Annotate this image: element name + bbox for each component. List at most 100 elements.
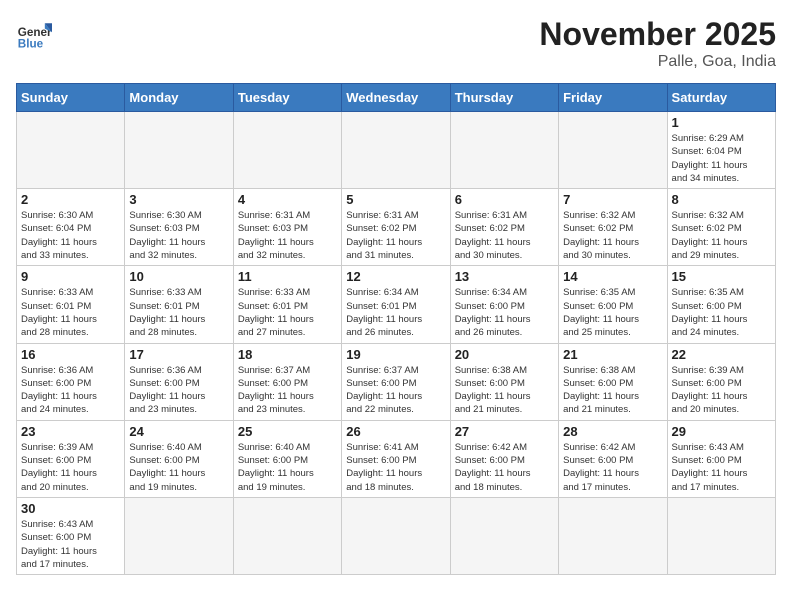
week-row-3: 16 Sunrise: 6:36 AM Sunset: 6:00 PM Dayli… [17,343,776,420]
day-info: Sunrise: 6:37 AM Sunset: 6:00 PM Dayligh… [238,364,337,417]
calendar-cell: 30Sunrise: 6:43 AM Sunset: 6:00 PM Dayli… [17,497,125,574]
calendar-cell [559,497,667,574]
svg-text:Blue: Blue [18,38,44,51]
calendar-cell [667,497,775,574]
location-title: Palle, Goa, India [539,53,776,71]
day-number: 28 [563,424,662,439]
week-row-5: 30Sunrise: 6:43 AM Sunset: 6:00 PM Dayli… [17,497,776,574]
day-info: Sunrise: 6:34 AM Sunset: 6:00 PM Dayligh… [455,286,554,339]
day-info: Sunrise: 6:40 AM Sunset: 6:00 PM Dayligh… [238,441,337,494]
day-number: 24 [129,424,228,439]
day-info: Sunrise: 6:40 AM Sunset: 6:00 PM Dayligh… [129,441,228,494]
calendar-cell: 7Sunrise: 6:32 AM Sunset: 6:02 PM Daylig… [559,189,667,266]
calendar-cell [125,112,233,189]
day-info: Sunrise: 6:32 AM Sunset: 6:02 PM Dayligh… [563,209,662,262]
day-number: 3 [129,192,228,207]
calendar-cell: 14Sunrise: 6:35 AM Sunset: 6:00 PM Dayli… [559,266,667,343]
day-info: Sunrise: 6:31 AM Sunset: 6:02 PM Dayligh… [455,209,554,262]
day-info: Sunrise: 6:31 AM Sunset: 6:02 PM Dayligh… [346,209,445,262]
calendar-cell: 9 Sunrise: 6:33 AM Sunset: 6:01 PM Daylig… [17,266,125,343]
day-number: 22 [672,347,771,362]
day-number: 18 [238,347,337,362]
calendar-cell: 27 Sunrise: 6:42 AM Sunset: 6:00 PM Dayli… [450,420,558,497]
weekday-header-row: SundayMondayTuesdayWednesdayThursdayFrid… [17,84,776,112]
month-title: November 2025 [539,16,776,53]
day-number: 21 [563,347,662,362]
day-info: Sunrise: 6:43 AM Sunset: 6:00 PM Dayligh… [21,518,120,571]
day-info: Sunrise: 6:33 AM Sunset: 6:01 PM Dayligh… [238,286,337,339]
weekday-header-tuesday: Tuesday [233,84,341,112]
day-number: 19 [346,347,445,362]
day-info: Sunrise: 6:36 AM Sunset: 6:00 PM Dayligh… [21,364,120,417]
calendar-cell [17,112,125,189]
day-number: 13 [455,269,554,284]
day-info: Sunrise: 6:30 AM Sunset: 6:03 PM Dayligh… [129,209,228,262]
day-number: 27 [455,424,554,439]
calendar-cell [342,112,450,189]
title-area: November 2025 Palle, Goa, India [539,16,776,71]
calendar-cell: 13 Sunrise: 6:34 AM Sunset: 6:00 PM Dayli… [450,266,558,343]
day-info: Sunrise: 6:31 AM Sunset: 6:03 PM Dayligh… [238,209,337,262]
week-row-1: 2Sunrise: 6:30 AM Sunset: 6:04 PM Daylig… [17,189,776,266]
calendar: SundayMondayTuesdayWednesdayThursdayFrid… [16,83,776,575]
day-info: Sunrise: 6:38 AM Sunset: 6:00 PM Dayligh… [455,364,554,417]
day-number: 9 [21,269,120,284]
calendar-cell: 24 Sunrise: 6:40 AM Sunset: 6:00 PM Dayli… [125,420,233,497]
day-info: Sunrise: 6:33 AM Sunset: 6:01 PM Dayligh… [129,286,228,339]
calendar-cell: 26 Sunrise: 6:41 AM Sunset: 6:00 PM Dayli… [342,420,450,497]
calendar-cell: 15Sunrise: 6:35 AM Sunset: 6:00 PM Dayli… [667,266,775,343]
day-info: Sunrise: 6:33 AM Sunset: 6:01 PM Dayligh… [21,286,120,339]
day-number: 6 [455,192,554,207]
day-number: 20 [455,347,554,362]
weekday-header-friday: Friday [559,84,667,112]
weekday-header-monday: Monday [125,84,233,112]
weekday-header-saturday: Saturday [667,84,775,112]
calendar-cell: 23Sunrise: 6:39 AM Sunset: 6:00 PM Dayli… [17,420,125,497]
calendar-cell [450,497,558,574]
calendar-cell: 5 Sunrise: 6:31 AM Sunset: 6:02 PM Daylig… [342,189,450,266]
weekday-header-thursday: Thursday [450,84,558,112]
day-number: 23 [21,424,120,439]
day-info: Sunrise: 6:41 AM Sunset: 6:00 PM Dayligh… [346,441,445,494]
calendar-cell [559,112,667,189]
day-info: Sunrise: 6:36 AM Sunset: 6:00 PM Dayligh… [129,364,228,417]
calendar-cell: 18 Sunrise: 6:37 AM Sunset: 6:00 PM Dayli… [233,343,341,420]
day-number: 16 [21,347,120,362]
calendar-cell: 21Sunrise: 6:38 AM Sunset: 6:00 PM Dayli… [559,343,667,420]
day-number: 12 [346,269,445,284]
calendar-cell: 11 Sunrise: 6:33 AM Sunset: 6:01 PM Dayli… [233,266,341,343]
calendar-cell [233,112,341,189]
calendar-cell [125,497,233,574]
week-row-4: 23Sunrise: 6:39 AM Sunset: 6:00 PM Dayli… [17,420,776,497]
weekday-header-wednesday: Wednesday [342,84,450,112]
day-info: Sunrise: 6:43 AM Sunset: 6:00 PM Dayligh… [672,441,771,494]
day-info: Sunrise: 6:37 AM Sunset: 6:00 PM Dayligh… [346,364,445,417]
calendar-cell: 16 Sunrise: 6:36 AM Sunset: 6:00 PM Dayli… [17,343,125,420]
calendar-cell: 25Sunrise: 6:40 AM Sunset: 6:00 PM Dayli… [233,420,341,497]
week-row-2: 9 Sunrise: 6:33 AM Sunset: 6:01 PM Daylig… [17,266,776,343]
weekday-header-sunday: Sunday [17,84,125,112]
day-info: Sunrise: 6:35 AM Sunset: 6:00 PM Dayligh… [672,286,771,339]
week-row-0: 1 Sunrise: 6:29 AM Sunset: 6:04 PM Daylig… [17,112,776,189]
day-number: 26 [346,424,445,439]
day-info: Sunrise: 6:29 AM Sunset: 6:04 PM Dayligh… [672,132,771,185]
day-number: 1 [672,115,771,130]
calendar-cell: 12Sunrise: 6:34 AM Sunset: 6:01 PM Dayli… [342,266,450,343]
day-number: 17 [129,347,228,362]
day-number: 2 [21,192,120,207]
day-number: 10 [129,269,228,284]
calendar-cell [450,112,558,189]
calendar-cell [342,497,450,574]
day-info: Sunrise: 6:42 AM Sunset: 6:00 PM Dayligh… [563,441,662,494]
calendar-cell: 8 Sunrise: 6:32 AM Sunset: 6:02 PM Daylig… [667,189,775,266]
calendar-cell: 22Sunrise: 6:39 AM Sunset: 6:00 PM Dayli… [667,343,775,420]
day-number: 11 [238,269,337,284]
day-info: Sunrise: 6:35 AM Sunset: 6:00 PM Dayligh… [563,286,662,339]
logo-icon: General Blue [16,16,52,52]
day-number: 8 [672,192,771,207]
calendar-cell: 6 Sunrise: 6:31 AM Sunset: 6:02 PM Daylig… [450,189,558,266]
calendar-cell: 2Sunrise: 6:30 AM Sunset: 6:04 PM Daylig… [17,189,125,266]
day-info: Sunrise: 6:42 AM Sunset: 6:00 PM Dayligh… [455,441,554,494]
day-info: Sunrise: 6:32 AM Sunset: 6:02 PM Dayligh… [672,209,771,262]
day-number: 5 [346,192,445,207]
